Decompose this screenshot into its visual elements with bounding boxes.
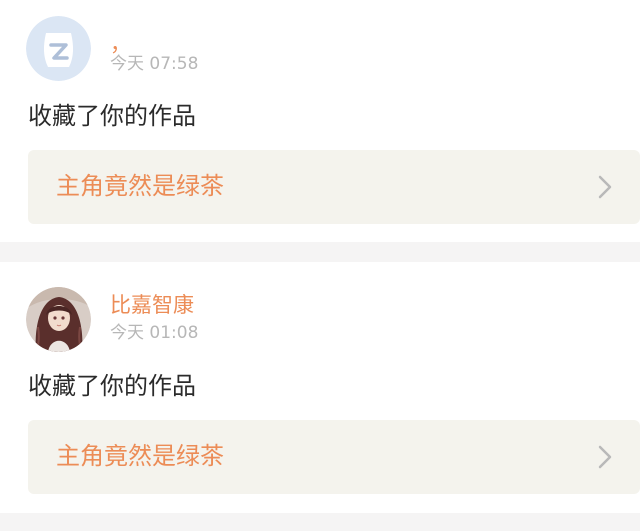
chevron-right-icon (598, 445, 612, 469)
notification-card: 比嘉智康 今天 01:08 收藏了你的作品 主角竟然是绿茶 (0, 262, 640, 513)
username[interactable]: 比嘉智康 (110, 295, 194, 316)
qq-default-avatar-icon[interactable] (26, 16, 91, 81)
action-text: 收藏了你的作品 (28, 102, 196, 130)
work-title: 主角竟然是绿茶 (56, 172, 224, 200)
work-title: 主角竟然是绿茶 (56, 442, 224, 470)
chevron-right-icon (598, 175, 612, 199)
timestamp: 今天 07:58 (110, 54, 199, 74)
action-text: 收藏了你的作品 (28, 372, 196, 400)
username[interactable]: ， (110, 34, 131, 55)
anime-girl-avatar[interactable] (26, 287, 91, 352)
work-link-card[interactable]: 主角竟然是绿茶 (28, 420, 640, 494)
notification-card: ， 今天 07:58 收藏了你的作品 主角竟然是绿茶 (0, 0, 640, 242)
timestamp: 今天 01:08 (110, 323, 199, 343)
work-link-card[interactable]: 主角竟然是绿茶 (28, 150, 640, 224)
notification-feed: ， 今天 07:58 收藏了你的作品 主角竟然是绿茶 比嘉智康 今天 01:08… (0, 0, 640, 513)
